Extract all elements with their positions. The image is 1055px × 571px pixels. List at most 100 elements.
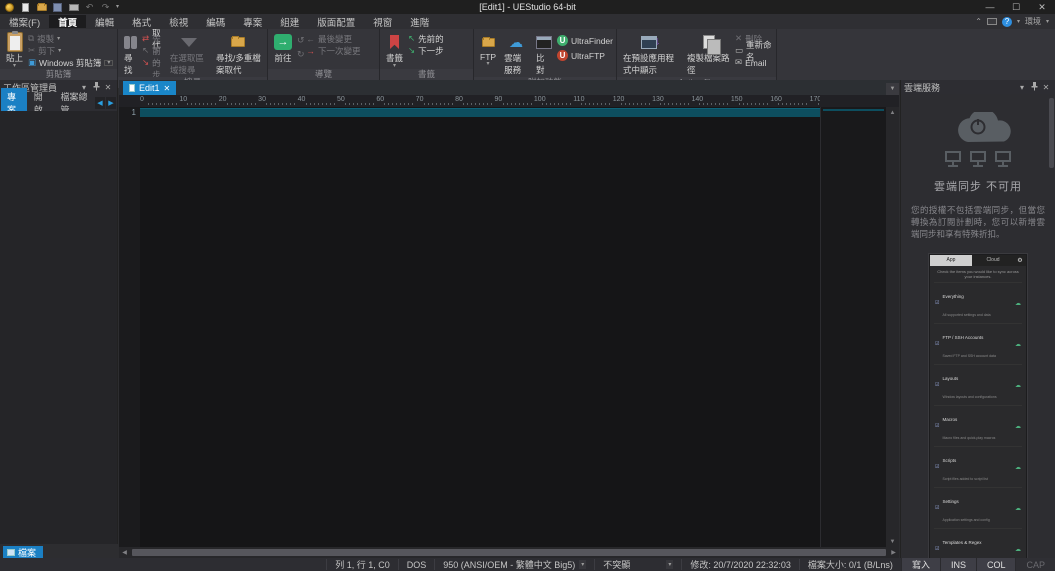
ruler-mark: 40	[298, 95, 337, 107]
bookmark-previous-button[interactable]: ↖先前的	[408, 33, 444, 44]
cut-button[interactable]: ✂剪下▾	[28, 45, 113, 56]
insert-mode-indicator[interactable]: INS	[940, 558, 976, 571]
scroll-up-icon[interactable]: ▲	[886, 107, 899, 118]
ruler-mark: 80	[455, 95, 494, 107]
text-edit-area[interactable]	[140, 107, 820, 547]
tab-scroll-left-icon[interactable]: ◀	[95, 97, 105, 109]
collapse-ribbon-icon[interactable]: ⌃	[975, 17, 982, 26]
line-ending-indicator[interactable]: DOS	[398, 559, 435, 570]
panel-close-icon[interactable]: ✕	[102, 83, 114, 92]
undo-icon[interactable]: ↶	[84, 2, 95, 12]
goto-button[interactable]: → 前往	[271, 31, 295, 65]
menu-tab[interactable]: 編碼	[197, 15, 234, 28]
email-file-button[interactable]: ✉Email	[735, 57, 773, 68]
next-change-button[interactable]: →下一次變更	[307, 45, 361, 56]
scroll-right-icon[interactable]: ▶	[888, 549, 899, 556]
minimize-button[interactable]: —	[977, 0, 1003, 14]
ruler-mark: 60	[376, 95, 415, 107]
cursor-position: 列 1, 行 1, C0	[326, 559, 398, 570]
ultrafinder-button[interactable]: UUltraFinder	[557, 35, 613, 46]
encoding-dropdown-icon[interactable]: ▾	[579, 560, 586, 569]
cloud-panel-dropdown-icon[interactable]: ▾	[1016, 83, 1028, 92]
preview-item: ☑MacrosMacro files and quick-play macros…	[934, 405, 1022, 446]
qat-customize-dropdown-icon[interactable]: ▾	[116, 5, 119, 9]
search-in-selection-button[interactable]: 在選取區域搜尋	[167, 31, 211, 77]
menu-tab[interactable]: 視窗	[364, 15, 401, 28]
show-in-default-app-button[interactable]: ⇩ 在預設應用程式中顯示	[620, 31, 682, 77]
binoculars-icon	[124, 32, 137, 52]
workspace-content[interactable]	[0, 111, 117, 544]
ribbon-group-navigate: → 前往 ↺ ↻ ←最後變更 →下一次變更 導覽	[268, 29, 380, 80]
new-file-icon[interactable]	[20, 2, 31, 12]
preview-tab-app: App	[930, 255, 972, 266]
bookmark-next-button[interactable]: ↘下一步	[408, 45, 444, 56]
menu-tab[interactable]: 編輯	[86, 15, 123, 28]
cloud-panel-close-icon[interactable]: ✕	[1040, 83, 1052, 92]
bookmark-button[interactable]: 書籤▾	[383, 31, 406, 69]
write-mode-indicator[interactable]: 寫入	[901, 558, 940, 571]
help-icon[interactable]: ?	[1002, 17, 1012, 27]
menu-tab[interactable]: 組建	[271, 15, 308, 28]
close-button[interactable]: ✕	[1029, 0, 1055, 14]
rotate-back-icon[interactable]: ↺	[297, 35, 305, 46]
tab-list-dropdown-icon[interactable]: ▼	[886, 83, 899, 95]
scroll-down-icon[interactable]: ▼	[886, 536, 899, 547]
encoding-selector[interactable]: 950 (ANSI/OEM - 繁體中文 Big5)▾	[434, 559, 594, 570]
replace-icon: ⇄	[142, 33, 149, 44]
ftp-button[interactable]: FTP▾	[477, 31, 499, 67]
highlight-dropdown-icon[interactable]: ▾	[666, 560, 673, 569]
menu-tab[interactable]: 進階	[401, 15, 438, 28]
find-in-files-button[interactable]: 尋找/多重檔案取代	[213, 31, 264, 77]
print-icon[interactable]	[68, 2, 79, 12]
menu-tab[interactable]: 首頁	[49, 15, 86, 28]
save-icon[interactable]	[52, 2, 63, 12]
copy-button[interactable]: ⧉複製▾	[28, 33, 113, 44]
rotate-forward-icon[interactable]: ↻	[297, 49, 305, 60]
find-next-button[interactable]: ↘下一步	[142, 57, 165, 68]
copy-file-path-button[interactable]: 複製檔案路徑	[684, 31, 733, 77]
scroll-left-icon[interactable]: ◀	[119, 549, 130, 556]
horizontal-scroll-thumb[interactable]	[132, 549, 886, 556]
menu-tab[interactable]: 檔案(F)	[0, 15, 49, 28]
horizontal-scrollbar[interactable]: ◀ ▶	[119, 547, 899, 558]
help-dropdown-icon[interactable]: ▾	[1017, 20, 1020, 24]
find-previous-icon: ↖	[142, 45, 149, 56]
tab-scroll-right-icon[interactable]: ▶	[106, 97, 116, 109]
windows-clipboard-button[interactable]: ▣Windows 剪貼簿▾	[28, 57, 113, 68]
last-change-button[interactable]: ←最後變更	[307, 33, 361, 44]
checkbox-icon: ☑	[935, 382, 939, 388]
menu-tab[interactable]: 檢視	[160, 15, 197, 28]
document-map[interactable]	[820, 107, 886, 547]
column-mode-indicator[interactable]: COL	[976, 558, 1016, 571]
menu-tab[interactable]: 專案	[234, 15, 271, 28]
ruler-mark: 30	[258, 95, 297, 107]
rename-file-button[interactable]: ▭重新命名	[735, 45, 773, 56]
menu-tab[interactable]: 版面配置	[308, 15, 364, 28]
cloud-services-button[interactable]: ☁ 雲端服務	[501, 31, 531, 77]
paste-button[interactable]: 貼上▾	[3, 31, 26, 69]
redo-icon[interactable]: ↷	[100, 2, 111, 12]
environments-dropdown-icon[interactable]: ▾	[1046, 20, 1049, 24]
ruler-mark: 110	[573, 95, 612, 107]
panel-scrollbar-thumb[interactable]	[1049, 98, 1054, 168]
maximize-button[interactable]: ☐	[1003, 0, 1029, 14]
tab-close-icon[interactable]: ✕	[164, 84, 171, 93]
compare-button[interactable]: 比對	[533, 31, 555, 77]
preview-item-list: ☑EverythingAll supported settings and da…	[930, 282, 1026, 558]
files-dock-icon	[7, 549, 15, 556]
document-tab-edit1[interactable]: Edit1 ✕	[123, 81, 176, 95]
ruler-mark: 100	[534, 95, 573, 107]
highlight-selector[interactable]: 不突顯▾	[594, 559, 681, 570]
open-folder-icon[interactable]	[36, 2, 47, 12]
bookmark-next-icon: ↘	[408, 45, 415, 56]
ultraftp-button[interactable]: UUltraFTP	[557, 50, 613, 61]
cloud-panel-pin-icon[interactable]	[1028, 82, 1040, 93]
vertical-scrollbar[interactable]: ▲ ▼	[886, 107, 899, 547]
status-bar: 列 1, 行 1, C0 DOS 950 (ANSI/OEM - 繁體中文 Bi…	[0, 558, 1055, 571]
cloud-sync-graphic	[911, 112, 1045, 170]
find-button[interactable]: 尋找	[121, 31, 140, 77]
environments-selector[interactable]: 環境	[1025, 16, 1041, 27]
checkbox-icon: ☑	[935, 505, 939, 511]
ruler-mark: 120	[613, 95, 652, 107]
layout-icon[interactable]	[987, 18, 997, 25]
